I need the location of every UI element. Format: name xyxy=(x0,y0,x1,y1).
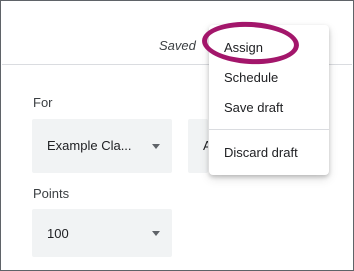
assignment-editor: Saved For Example Cla... A Points 100 As… xyxy=(0,0,354,271)
menu-item-discard-draft[interactable]: Discard draft xyxy=(224,145,298,160)
menu-divider xyxy=(209,129,329,130)
points-label: Points xyxy=(33,186,70,201)
menu-item-save-draft[interactable]: Save draft xyxy=(224,100,283,115)
class-select-value: Example Cla... xyxy=(47,138,132,153)
menu-item-schedule[interactable]: Schedule xyxy=(224,70,278,85)
assign-options-menu: Assign Schedule Save draft Discard draft xyxy=(209,25,329,175)
caret-down-icon xyxy=(152,231,160,236)
points-select[interactable]: 100 xyxy=(32,209,172,257)
assign-to-select-value: A xyxy=(203,138,208,153)
points-select-value: 100 xyxy=(47,226,69,241)
menu-item-assign[interactable]: Assign xyxy=(224,40,263,55)
saved-status: Saved xyxy=(159,38,196,53)
class-select[interactable]: Example Cla... xyxy=(32,119,172,173)
caret-down-icon xyxy=(152,144,160,149)
for-label: For xyxy=(33,95,53,110)
assign-to-select[interactable]: A xyxy=(188,119,208,173)
